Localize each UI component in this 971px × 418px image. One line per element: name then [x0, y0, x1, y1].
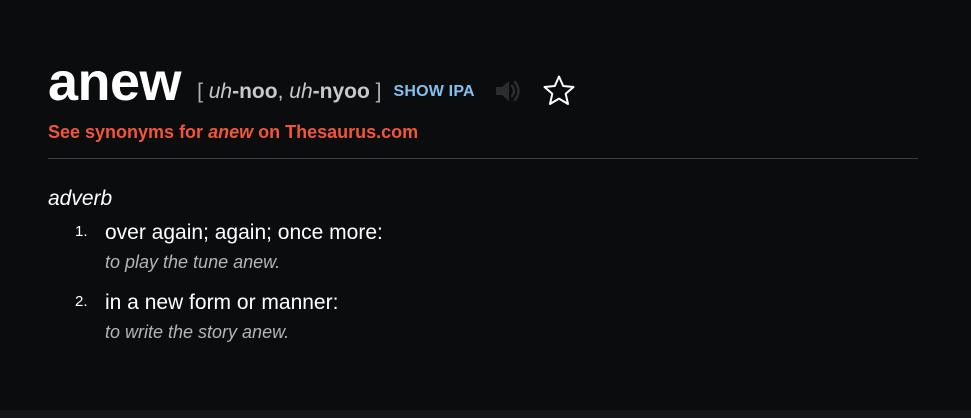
- definition-example: to play the tune anew.: [105, 252, 281, 272]
- headword: anew: [48, 52, 182, 112]
- dictionary-entry: anew [ uh-noo, uh-nyoo ] SHOW IPA See sy…: [48, 52, 918, 359]
- bottom-edge: [0, 410, 971, 418]
- pronunciation-syllable-2-stressed: -nyoo: [312, 80, 370, 103]
- thesaurus-synonyms-link[interactable]: See synonyms for anew on Thesaurus.com: [48, 122, 418, 143]
- synonyms-link-word: anew: [208, 122, 254, 142]
- pronunciation: [ uh-noo, uh-nyoo ]: [197, 80, 381, 104]
- pronunciation-separator: ,: [277, 80, 290, 103]
- pronunciation-syllable-2-unstressed: uh: [289, 80, 313, 103]
- definition-number: 2.: [75, 293, 88, 310]
- definition-example: to write the story anew.: [105, 322, 290, 342]
- definition-list: 1. over again; again; once more: to play…: [48, 219, 918, 343]
- star-icon: [543, 75, 575, 105]
- synonyms-link-suffix: on Thesaurus.com: [253, 122, 419, 142]
- speaker-icon: [495, 80, 520, 102]
- definition-body: over again; again; once more: to play th…: [105, 219, 383, 273]
- definition-item: 2. in a new form or manner: to write the…: [75, 289, 918, 343]
- favorite-button[interactable]: [541, 73, 577, 109]
- pronunciation-syllable-1-stressed: -noo: [232, 80, 278, 103]
- definition-text: over again; again; once more:: [105, 221, 383, 244]
- definition-text: in a new form or manner:: [105, 291, 339, 314]
- divider: [48, 158, 918, 159]
- play-audio-button[interactable]: [491, 76, 525, 106]
- pronunciation-syllable-1-unstressed: uh: [208, 80, 233, 103]
- definition-number: 1.: [75, 223, 88, 240]
- part-of-speech: adverb: [48, 187, 113, 210]
- show-ipa-button[interactable]: SHOW IPA: [393, 83, 474, 101]
- pronunciation-open-bracket: [: [197, 80, 203, 103]
- pronunciation-close-bracket: ]: [375, 80, 382, 103]
- synonyms-link-prefix: See synonyms for: [48, 122, 209, 142]
- headword-row: anew [ uh-noo, uh-nyoo ] SHOW IPA: [48, 52, 918, 112]
- definition-body: in a new form or manner: to write the st…: [105, 289, 338, 343]
- page: anew [ uh-noo, uh-nyoo ] SHOW IPA See sy…: [0, 0, 971, 418]
- definition-item: 1. over again; again; once more: to play…: [75, 219, 918, 273]
